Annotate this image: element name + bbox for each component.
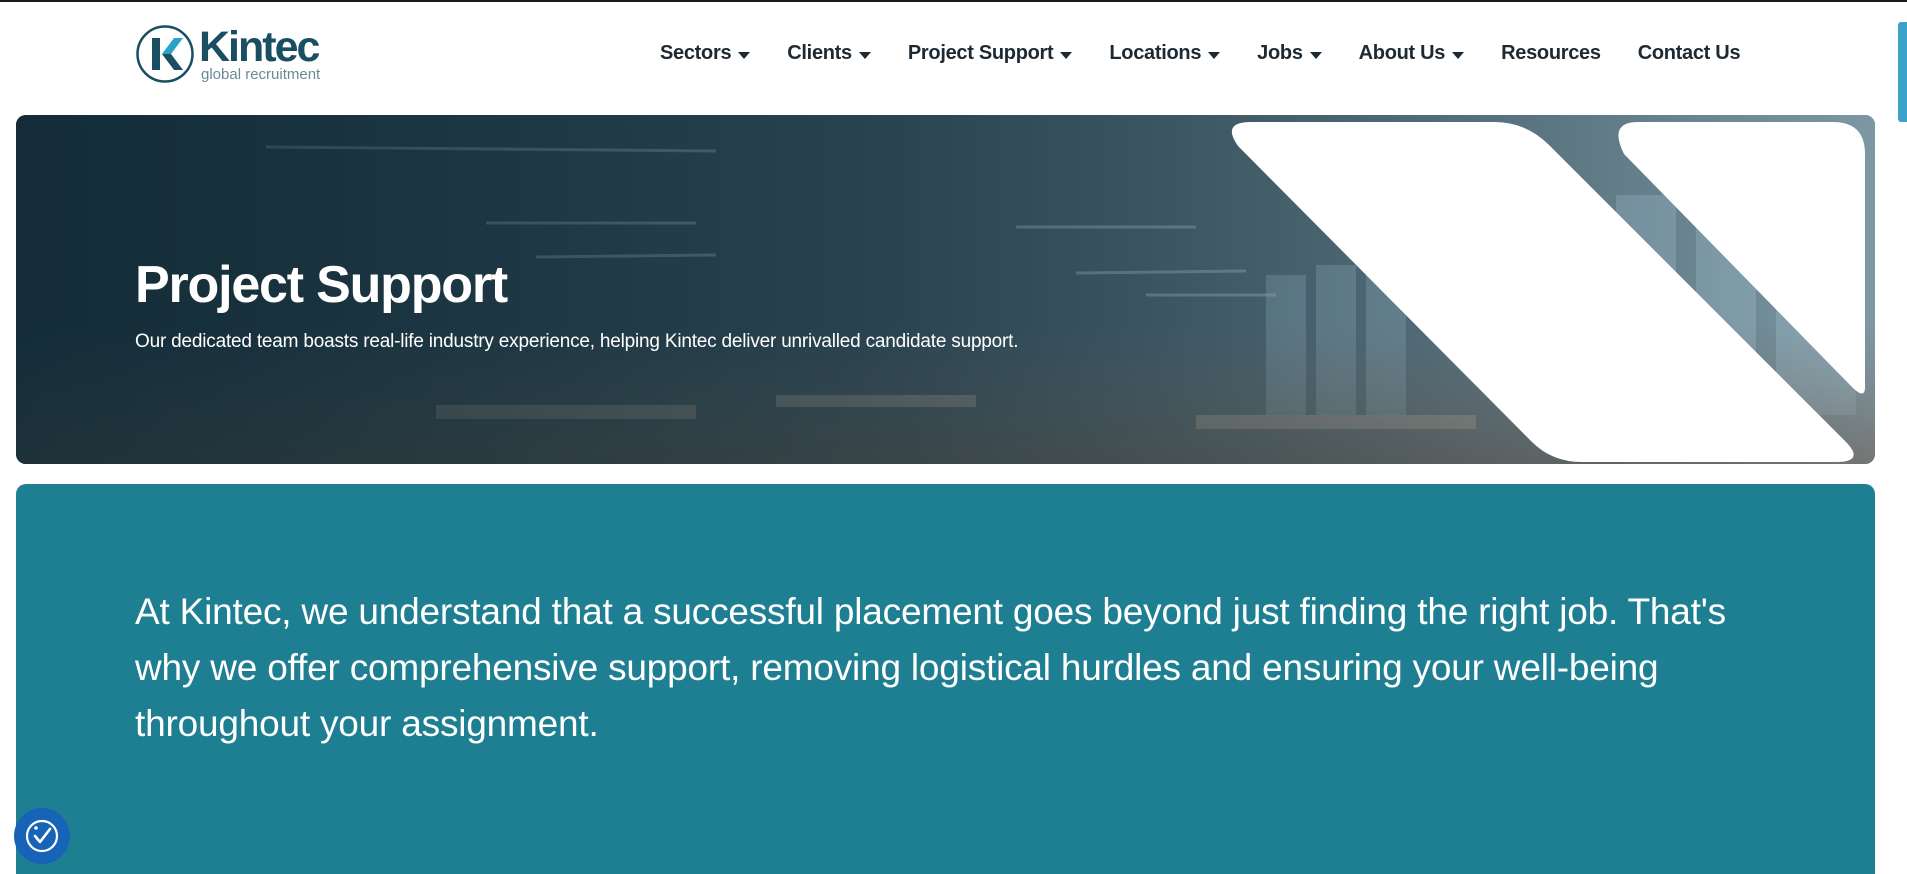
hero-banner: Project Support Our dedicated team boast… [16, 115, 1875, 464]
hero-subtitle: Our dedicated team boasts real-life indu… [135, 331, 1019, 352]
nav-label: Locations [1109, 42, 1202, 64]
site-header: Kintec global recruitment Sectors Client… [0, 2, 1907, 110]
nav-label: Clients [787, 42, 852, 64]
main-navigation: Sectors Clients Project Support Location… [660, 42, 1741, 65]
chevron-down-icon [858, 51, 871, 59]
nav-item-locations[interactable]: Locations [1109, 42, 1221, 65]
nav-label: Contact Us [1637, 42, 1741, 64]
kintec-logo[interactable]: Kintec global recruitment [135, 24, 320, 84]
logo-wordmark: Kintec [199, 23, 320, 71]
nav-label: Project Support [907, 42, 1054, 64]
kintec-logo-mark-icon [136, 25, 194, 83]
chevron-down-icon [1452, 51, 1465, 59]
chevron-down-icon [1309, 51, 1322, 59]
logo-tagline: global recruitment [201, 66, 321, 83]
chevron-down-icon [738, 51, 751, 59]
chevron-down-icon [1208, 51, 1221, 59]
chevron-down-icon [1060, 51, 1073, 59]
nav-item-contact-us[interactable]: Contact Us [1638, 42, 1741, 65]
nav-item-clients[interactable]: Clients [787, 42, 871, 65]
page-title: Project Support [135, 256, 508, 314]
intro-paragraph: At Kintec, we understand that a successf… [135, 591, 1726, 744]
nav-item-about-us[interactable]: About Us [1358, 42, 1465, 65]
nav-item-jobs[interactable]: Jobs [1257, 42, 1322, 65]
nav-item-project-support[interactable]: Project Support [908, 42, 1073, 65]
nav-item-sectors[interactable]: Sectors [660, 42, 751, 65]
nav-label: Jobs [1257, 42, 1303, 64]
nav-label: Sectors [660, 42, 732, 64]
accessibility-icon [25, 819, 59, 853]
page-scrollbar-thumb[interactable] [1898, 22, 1907, 122]
nav-item-resources[interactable]: Resources [1501, 42, 1601, 65]
nav-label: About Us [1358, 42, 1446, 64]
intro-panel: At Kintec, we understand that a successf… [16, 484, 1875, 874]
accessibility-button[interactable] [14, 808, 70, 864]
nav-label: Resources [1501, 42, 1601, 64]
